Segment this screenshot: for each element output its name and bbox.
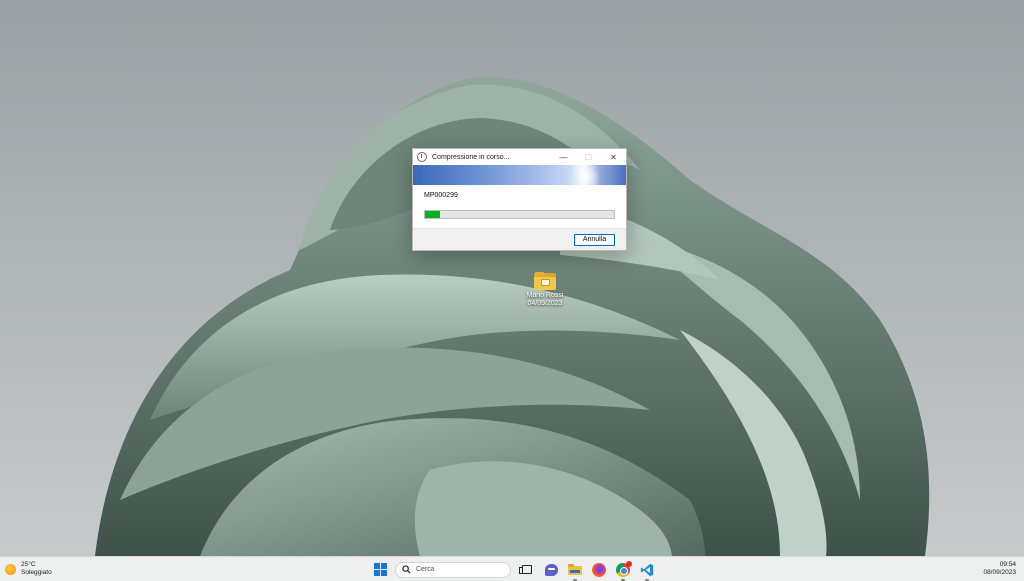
clock-time: 09:54 — [999, 561, 1016, 568]
current-item-name: MP000299 — [424, 192, 458, 199]
weather-condition: Soleggiato — [21, 569, 52, 576]
chat-icon — [544, 563, 558, 576]
desktop-wallpaper — [95, 77, 930, 556]
notification-badge — [626, 560, 632, 567]
vscode-button[interactable] — [638, 561, 656, 581]
dialog-title: Compressione in corso... — [432, 153, 510, 161]
windows-logo-icon — [373, 563, 387, 576]
weather-temperature: 25°C — [21, 561, 36, 568]
dialog-banner — [413, 165, 626, 185]
system-clock[interactable]: 09:54 08/09/2023 — [983, 561, 1016, 577]
vscode-icon — [640, 563, 654, 576]
running-indicator — [573, 578, 577, 581]
compression-dialog: Compressione in corso... — ☐ ✕ MP000299 … — [412, 148, 627, 251]
close-button[interactable]: ✕ — [601, 149, 626, 165]
taskbar: 25°C Soleggiato Cerca 09:54 08/09/2023 — [0, 556, 1024, 581]
dialog-titlebar[interactable]: Compressione in corso... — ☐ ✕ — [413, 149, 626, 165]
minimize-button[interactable]: — — [551, 149, 576, 165]
chat-button[interactable] — [542, 561, 560, 579]
task-view-button[interactable] — [518, 561, 536, 579]
compression-progress-bar — [424, 210, 615, 219]
desktop-icon-label: Mario Rossi 04/09/2023 — [526, 292, 564, 307]
running-indicator — [621, 578, 625, 581]
taskbar-search[interactable]: Cerca — [395, 561, 511, 578]
start-button[interactable] — [371, 561, 389, 579]
file-explorer-icon — [568, 564, 582, 575]
search-placeholder: Cerca — [416, 566, 435, 573]
firefox-button[interactable] — [590, 561, 608, 579]
maximize-button: ☐ — [584, 152, 593, 162]
clock-date: 08/09/2023 — [983, 569, 1016, 576]
cancel-button[interactable]: Annulla — [574, 233, 615, 246]
sun-icon — [5, 563, 16, 575]
running-indicator — [645, 578, 649, 581]
desktop-icon-mario-rossi[interactable]: Mario Rossi 04/09/2023 — [522, 272, 568, 308]
task-view-icon — [519, 565, 532, 574]
search-icon — [402, 565, 411, 574]
file-explorer-button[interactable] — [566, 561, 584, 581]
weather-widget[interactable]: 25°C Soleggiato — [5, 561, 52, 577]
firefox-icon — [592, 562, 606, 577]
chrome-button[interactable] — [614, 560, 632, 581]
image-folder-icon — [534, 272, 556, 290]
clock-icon — [417, 152, 427, 162]
progress-fill — [425, 211, 441, 218]
